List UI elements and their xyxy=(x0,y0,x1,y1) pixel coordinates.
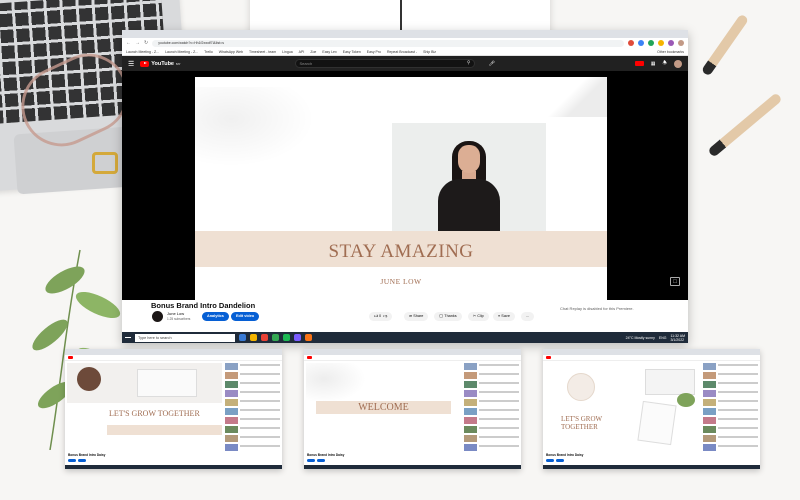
youtube-logo-icon xyxy=(307,356,312,359)
bookmark-item[interactable]: Timesheet - team xyxy=(249,50,276,54)
taskbar-app-icon[interactable] xyxy=(239,334,246,341)
youtube-logo-icon xyxy=(546,356,551,359)
bookmark-item[interactable]: Easy Token xyxy=(343,50,361,54)
taskbar-app-icon[interactable] xyxy=(305,334,312,341)
search-input[interactable]: Search ⚲ xyxy=(294,59,475,68)
header-actions: ▦ 🕭︎ xyxy=(634,59,682,68)
video-player[interactable]: STAY AMAZING JUNE LOW □ xyxy=(122,71,688,307)
bookmark-item[interactable]: WhatsApp Web xyxy=(219,50,243,54)
thumbnail-video-2: WELCOME xyxy=(306,363,461,451)
thumbnail-title: Bonus Brand Intro Daisy xyxy=(307,453,345,457)
bookmark-item[interactable]: Easy Lex xyxy=(322,50,336,54)
taskbar-app-icon[interactable] xyxy=(294,334,301,341)
torn-paper-decoration xyxy=(547,77,607,117)
back-icon[interactable]: ← xyxy=(126,40,131,46)
reload-icon[interactable]: ↻ xyxy=(144,40,148,46)
system-tray: 24°C Mostly sunny ENG 11:32 AM 3/1/2022 xyxy=(626,334,685,342)
thumbnail-title: Bonus Brand Intro Daisy xyxy=(68,453,106,457)
share-button[interactable]: ➦ Share xyxy=(404,312,429,321)
address-bar[interactable]: youtube.com/watch?v=Hh1f2xwdf7I&list=s xyxy=(152,39,624,47)
edit-video-button[interactable]: Edit video xyxy=(231,312,260,321)
browser-toolbar: ← → ↻ youtube.com/watch?v=Hh1f2xwdf7I&li… xyxy=(122,38,688,48)
miniplayer-icon[interactable]: □ xyxy=(670,277,680,286)
more-actions-button[interactable]: ... xyxy=(521,312,535,321)
thumbnail-screenshot-1: LET'S GROW TOGETHER Bonus Brand Intro Da… xyxy=(65,349,282,469)
video-headline: STAY AMAZING xyxy=(328,241,474,262)
thumbnail-screenshot-3: LET'S GROW TOGETHER Bonus Brand Intro Da… xyxy=(543,349,760,469)
up-next-list xyxy=(225,363,280,453)
language-indicator[interactable]: ENG xyxy=(659,336,667,340)
youtube-header: ☰ YouTube MY Search ⚲ 🎤︎ ▦ 🕭︎ xyxy=(122,56,688,71)
taskbar-app-icon[interactable] xyxy=(272,334,279,341)
bookmark-item[interactable]: Launch Meeting - Z... xyxy=(165,50,198,54)
youtube-play-icon xyxy=(140,60,150,67)
thumbnail-headline: WELCOME xyxy=(358,402,409,413)
taskbar-app-icon[interactable] xyxy=(250,334,257,341)
clock[interactable]: 11:32 AM 3/1/2022 xyxy=(670,334,685,342)
bookmark-item[interactable]: Trello xyxy=(204,50,213,54)
thumbnail-video-3: LET'S GROW TOGETHER xyxy=(545,363,700,451)
create-icon[interactable] xyxy=(634,61,644,66)
youtube-logo-icon xyxy=(68,356,73,359)
account-avatar[interactable] xyxy=(674,59,682,68)
bookmarks-bar: Launch Meeting - Z... Launch Meeting - Z… xyxy=(122,48,688,56)
bookmark-item[interactable]: Easy Pro xyxy=(367,50,381,54)
pen-decoration xyxy=(700,13,750,77)
subscriber-count: 1.25 subscribers xyxy=(167,317,191,321)
extension-icon[interactable] xyxy=(628,40,634,46)
thumbnail-title: Bonus Brand Intro Daisy xyxy=(546,453,584,457)
up-next-list xyxy=(464,363,519,453)
bookmark-item[interactable]: Zoe xyxy=(310,50,316,54)
browser-tab-strip[interactable] xyxy=(122,30,688,38)
thumbnail-screenshot-2: WELCOME Bonus Brand Intro Daisy xyxy=(304,349,521,469)
extension-icon[interactable] xyxy=(658,40,664,46)
windows-taskbar: Type here to search 24°C Mostly sunny EN… xyxy=(122,332,688,343)
windows-start-icon[interactable] xyxy=(125,334,131,341)
bookmark-item[interactable]: Launch Meeting - Z... xyxy=(126,50,159,54)
bookmark-item[interactable]: Repeat Broadcast - xyxy=(387,50,417,54)
channel-name[interactable]: June Low xyxy=(167,311,184,316)
video-name: JUNE LOW xyxy=(380,277,422,286)
other-bookmarks[interactable]: Other bookmarks xyxy=(657,50,684,54)
extension-icon[interactable] xyxy=(638,40,644,46)
chat-replay-note: Chat Replay is disabled for this Premier… xyxy=(560,306,634,311)
analytics-button[interactable]: Analytics xyxy=(202,312,229,321)
extension-icon[interactable] xyxy=(648,40,654,46)
thumbnail-headline: LET'S GROW TOGETHER xyxy=(109,409,200,418)
thanks-button[interactable]: ◯ Thanks xyxy=(434,312,462,321)
bookmark-item[interactable]: Lingua xyxy=(282,50,293,54)
bookmark-item[interactable]: Ship Biz xyxy=(423,50,436,54)
notifications-icon[interactable]: 🕭︎ xyxy=(663,60,667,68)
hamburger-menu-icon[interactable]: ☰ xyxy=(128,60,134,68)
taskbar-app-icon[interactable] xyxy=(261,334,268,341)
save-button[interactable]: ≡ Save xyxy=(493,312,515,321)
video-title: Bonus Brand Intro Dandelion xyxy=(151,301,256,310)
binder-clip xyxy=(92,152,118,174)
up-next-list xyxy=(703,363,758,453)
bookmark-item[interactable]: API xyxy=(299,50,305,54)
presenter-photo xyxy=(392,123,546,235)
youtube-logo[interactable]: YouTube MY xyxy=(140,60,181,67)
video-info: Bonus Brand Intro Dandelion June Low 1.2… xyxy=(122,300,688,327)
search-icon[interactable]: ⚲ xyxy=(467,60,471,67)
pen-decoration-2 xyxy=(707,92,783,158)
profile-avatar[interactable] xyxy=(678,40,684,46)
microphone-icon[interactable]: 🎤︎ xyxy=(489,61,495,67)
extension-icon[interactable] xyxy=(668,40,674,46)
clip-button[interactable]: ✂ Clip xyxy=(468,312,489,321)
thumbnail-video-1: LET'S GROW TOGETHER xyxy=(67,363,222,451)
thumbnail-headline: LET'S GROW TOGETHER xyxy=(561,415,602,431)
taskbar-search[interactable]: Type here to search xyxy=(135,333,235,342)
channel-avatar[interactable] xyxy=(152,311,163,322)
forward-icon[interactable]: → xyxy=(135,40,140,46)
apps-icon[interactable]: ▦ xyxy=(651,61,656,67)
like-button[interactable]: 👍︎ 0 👎︎ xyxy=(369,312,393,321)
leaf-shadow-decoration xyxy=(195,87,315,167)
main-screenshot: ← → ↻ youtube.com/watch?v=Hh1f2xwdf7I&li… xyxy=(122,30,688,343)
weather-status[interactable]: 24°C Mostly sunny xyxy=(626,336,655,340)
video-frame[interactable]: STAY AMAZING JUNE LOW xyxy=(195,77,607,307)
taskbar-app-icon[interactable] xyxy=(283,334,290,341)
